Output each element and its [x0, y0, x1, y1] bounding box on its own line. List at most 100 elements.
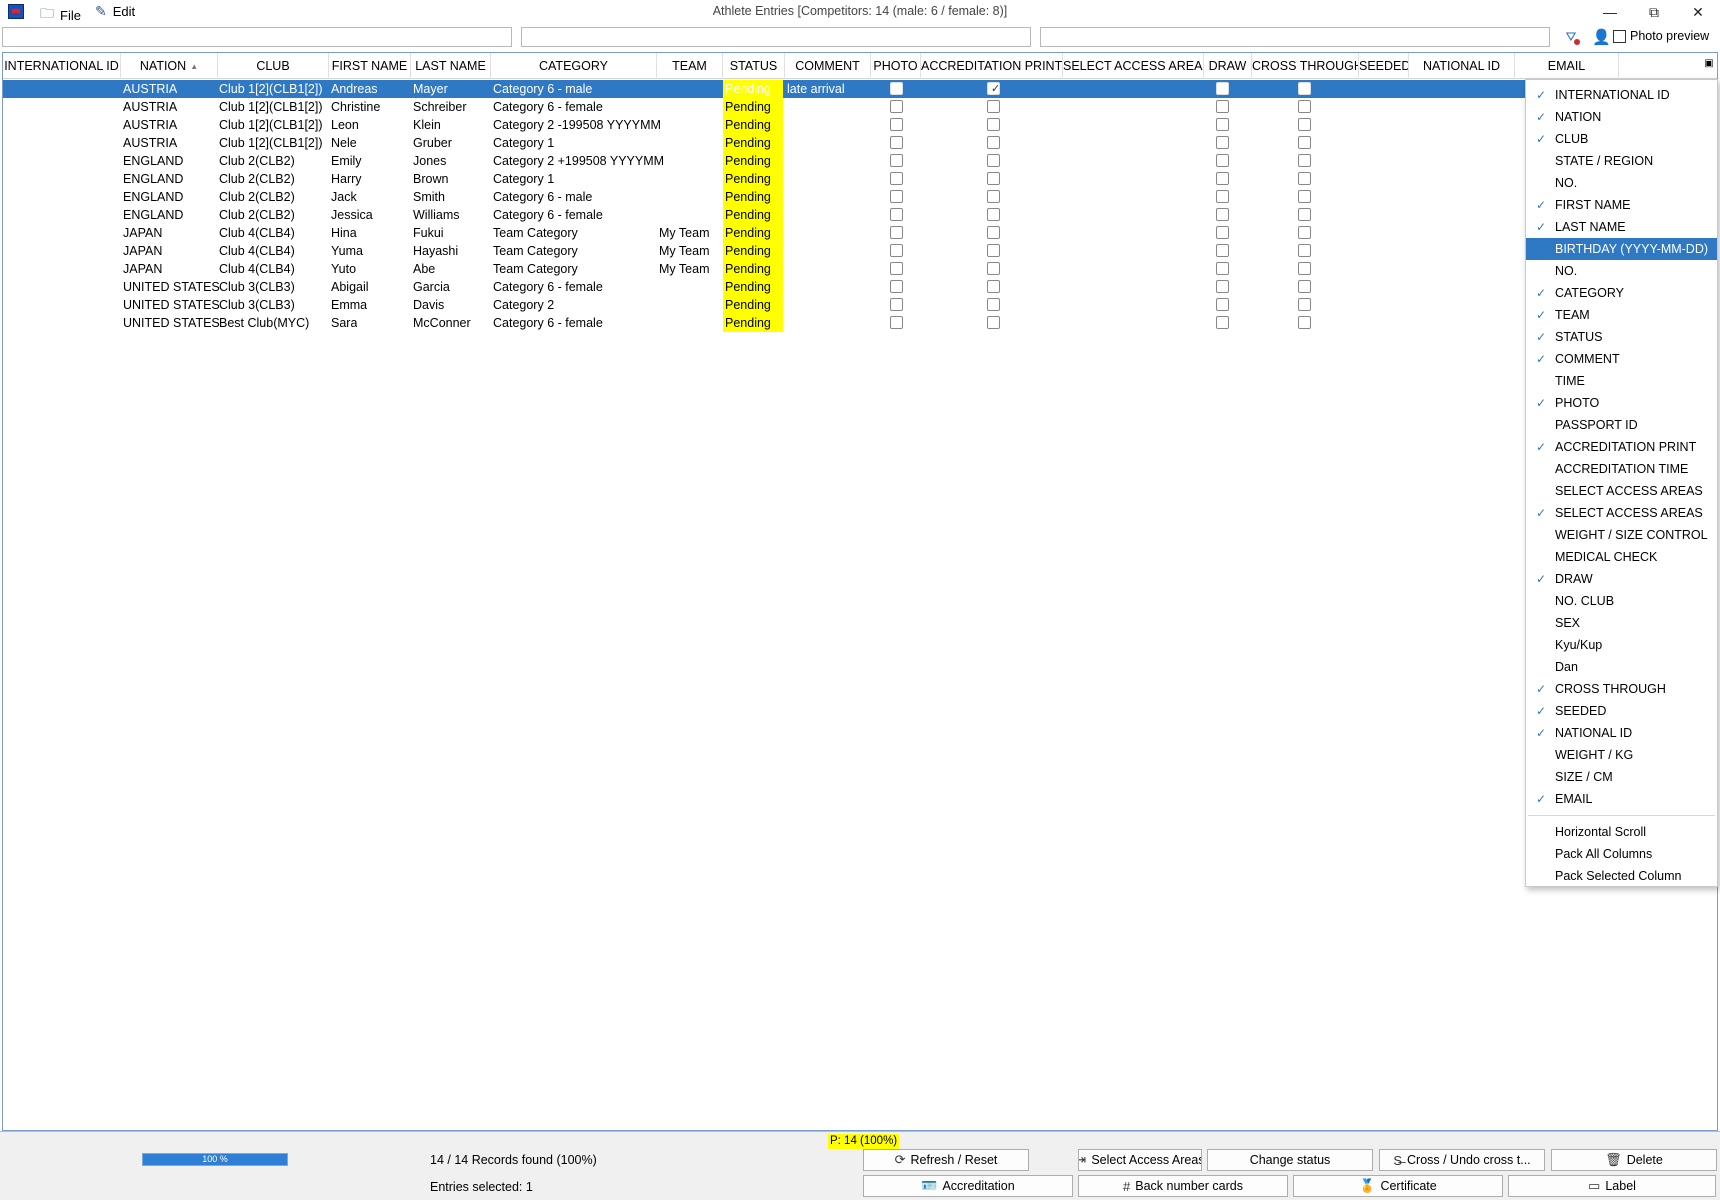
checkbox-draw[interactable] [1216, 316, 1229, 329]
table-row[interactable]: JAPAN Club 4(CLB4) Yuto Abe Team Category My … [3, 260, 1717, 278]
checkbox-draw[interactable] [1216, 136, 1229, 149]
column-menu-item[interactable]: ✓ ACCREDITATION PRINT [1526, 436, 1717, 458]
column-menu-action[interactable]: Pack Selected Column [1526, 865, 1717, 887]
column-menu-item[interactable]: BIRTHDAY (YYYY-MM-DD) [1526, 238, 1717, 260]
column-menu-item[interactable]: SELECT ACCESS AREAS [1526, 480, 1717, 502]
checkbox-draw[interactable] [1216, 82, 1229, 95]
table-row[interactable]: AUSTRIA Club 1[2](CLB1[2]) Nele Gruber Categ… [3, 134, 1717, 152]
table-row[interactable]: ENGLAND Club 2(CLB2) Emily Jones Category 2 … [3, 152, 1717, 170]
checkbox-cross[interactable] [1298, 208, 1311, 221]
column-header-natid[interactable]: NATIONAL ID [1409, 53, 1515, 79]
column-menu-item[interactable]: NO. [1526, 260, 1717, 282]
checkbox-photo[interactable] [890, 298, 903, 311]
column-menu-item[interactable]: STATE / REGION [1526, 150, 1717, 172]
menu-edit[interactable]: ✎ Edit [95, 3, 135, 20]
column-header-first[interactable]: FIRST NAME [329, 53, 411, 79]
select-access-areas-button[interactable]: ⇥ Select Access Areas [1078, 1149, 1202, 1171]
column-header-accr[interactable]: ACCREDITATION PRINT [921, 53, 1063, 79]
checkbox-cross[interactable] [1298, 154, 1311, 167]
column-menu-item[interactable]: ✓ DRAW [1526, 568, 1717, 590]
column-menu-item[interactable]: ✓ PHOTO [1526, 392, 1717, 414]
checkbox-draw[interactable] [1216, 118, 1229, 131]
checkbox-photo[interactable] [890, 118, 903, 131]
checkbox-accr[interactable] [987, 118, 1000, 131]
checkbox-cross[interactable] [1298, 82, 1311, 95]
checkbox-accr[interactable] [987, 244, 1000, 257]
table-row[interactable]: JAPAN Club 4(CLB4) Yuma Hayashi Team Categor… [3, 242, 1717, 260]
column-header-areas[interactable]: SELECT ACCESS AREAS [1063, 53, 1204, 79]
column-header-club[interactable]: CLUB [218, 53, 329, 79]
column-menu-item[interactable]: ✓ CROSS THROUGH [1526, 678, 1717, 700]
photo-preview-checkbox[interactable] [1613, 29, 1626, 43]
column-header-draw[interactable]: DRAW [1204, 53, 1252, 79]
column-chooser-icon[interactable]: ▣ [1703, 58, 1715, 70]
checkbox-accr[interactable] [987, 154, 1000, 167]
checkbox-draw[interactable] [1216, 100, 1229, 113]
checkbox-photo[interactable] [890, 136, 903, 149]
checkbox-photo[interactable] [890, 262, 903, 275]
column-menu-item[interactable]: ✓ TEAM [1526, 304, 1717, 326]
checkbox-accr[interactable] [987, 262, 1000, 275]
clear-filter-button[interactable]: ⛛ [1561, 27, 1581, 47]
column-header-status[interactable]: STATUS [723, 53, 785, 79]
checkbox-draw[interactable] [1216, 172, 1229, 185]
column-header-category[interactable]: CATEGORY [491, 53, 657, 79]
checkbox-draw[interactable] [1216, 226, 1229, 239]
checkbox-cross[interactable] [1298, 118, 1311, 131]
photo-preview-toggle[interactable]: Photo preview [1613, 29, 1709, 43]
checkbox-accr[interactable] [987, 136, 1000, 149]
column-menu-item[interactable]: SIZE / CM [1526, 766, 1717, 788]
checkbox-draw[interactable] [1216, 190, 1229, 203]
checkbox-photo[interactable] [890, 316, 903, 329]
column-header-intl-id[interactable]: INTERNATIONAL ID [3, 53, 121, 79]
column-header-cross[interactable]: CROSS THROUGH [1252, 53, 1359, 79]
checkbox-cross[interactable] [1298, 262, 1311, 275]
checkbox-accr[interactable] [987, 316, 1000, 329]
filter-input-1[interactable] [2, 27, 512, 47]
table-row[interactable]: JAPAN Club 4(CLB4) Hina Fukui Team Category M… [3, 224, 1717, 242]
checkbox-cross[interactable] [1298, 190, 1311, 203]
filter-input-2[interactable] [521, 27, 1031, 47]
column-header-team[interactable]: TEAM [657, 53, 723, 79]
table-row[interactable]: UNITED STATES Club 3(CLB3) Emma Davis Catego… [3, 296, 1717, 314]
table-row[interactable]: UNITED STATES Club 3(CLB3) Abigail Garcia Ca… [3, 278, 1717, 296]
checkbox-photo[interactable] [890, 82, 903, 95]
delete-button[interactable]: 🗑 Delete [1551, 1149, 1717, 1171]
column-menu-item[interactable]: ✓ LAST NAME [1526, 216, 1717, 238]
close-button[interactable]: ✕ [1676, 0, 1720, 24]
checkbox-accr[interactable]: ✓ [987, 82, 1000, 95]
checkbox-cross[interactable] [1298, 280, 1311, 293]
table-row[interactable]: UNITED STATES Best Club(MYC) Sara McConner C… [3, 314, 1717, 332]
checkbox-accr[interactable] [987, 280, 1000, 293]
column-menu-item[interactable]: ✓ CATEGORY [1526, 282, 1717, 304]
checkbox-photo[interactable] [890, 208, 903, 221]
checkbox-photo[interactable] [890, 280, 903, 293]
column-menu-item[interactable]: WEIGHT / SIZE CONTROL [1526, 524, 1717, 546]
checkbox-draw[interactable] [1216, 208, 1229, 221]
minimize-button[interactable]: — [1588, 0, 1632, 24]
refresh-reset-button[interactable]: ⟳ Refresh / Reset [863, 1149, 1029, 1171]
column-menu-item[interactable]: ✓ SELECT ACCESS AREAS [1526, 502, 1717, 524]
checkbox-photo[interactable] [890, 190, 903, 203]
column-menu-item[interactable]: ✓ COMMENT [1526, 348, 1717, 370]
checkbox-accr[interactable] [987, 208, 1000, 221]
column-header-comment[interactable]: COMMENT [785, 53, 871, 79]
cross-undo-cross-t-button[interactable]: S̶ Cross / Undo cross t... [1379, 1149, 1545, 1171]
column-menu-action[interactable]: Pack All Columns [1526, 843, 1717, 865]
checkbox-photo[interactable] [890, 154, 903, 167]
checkbox-draw[interactable] [1216, 298, 1229, 311]
table-row[interactable]: AUSTRIA Club 1[2](CLB1[2]) Christine Schrei… [3, 98, 1717, 116]
checkbox-cross[interactable] [1298, 298, 1311, 311]
menu-file[interactable]: 🗀 File [40, 3, 81, 27]
column-menu-item[interactable]: TIME [1526, 370, 1717, 392]
table-row[interactable]: ENGLAND Club 2(CLB2) Harry Brown Category 1 P… [3, 170, 1717, 188]
column-menu-item[interactable]: ✓ NATIONAL ID [1526, 722, 1717, 744]
person-icon[interactable]: 👤 [1592, 28, 1611, 46]
column-menu-item[interactable]: Kyu/Kup [1526, 634, 1717, 656]
checkbox-cross[interactable] [1298, 100, 1311, 113]
label-button[interactable]: ▭ Label [1508, 1175, 1716, 1197]
column-menu-item[interactable]: MEDICAL CHECK [1526, 546, 1717, 568]
checkbox-accr[interactable] [987, 226, 1000, 239]
column-menu-item[interactable]: Dan [1526, 656, 1717, 678]
checkbox-cross[interactable] [1298, 226, 1311, 239]
